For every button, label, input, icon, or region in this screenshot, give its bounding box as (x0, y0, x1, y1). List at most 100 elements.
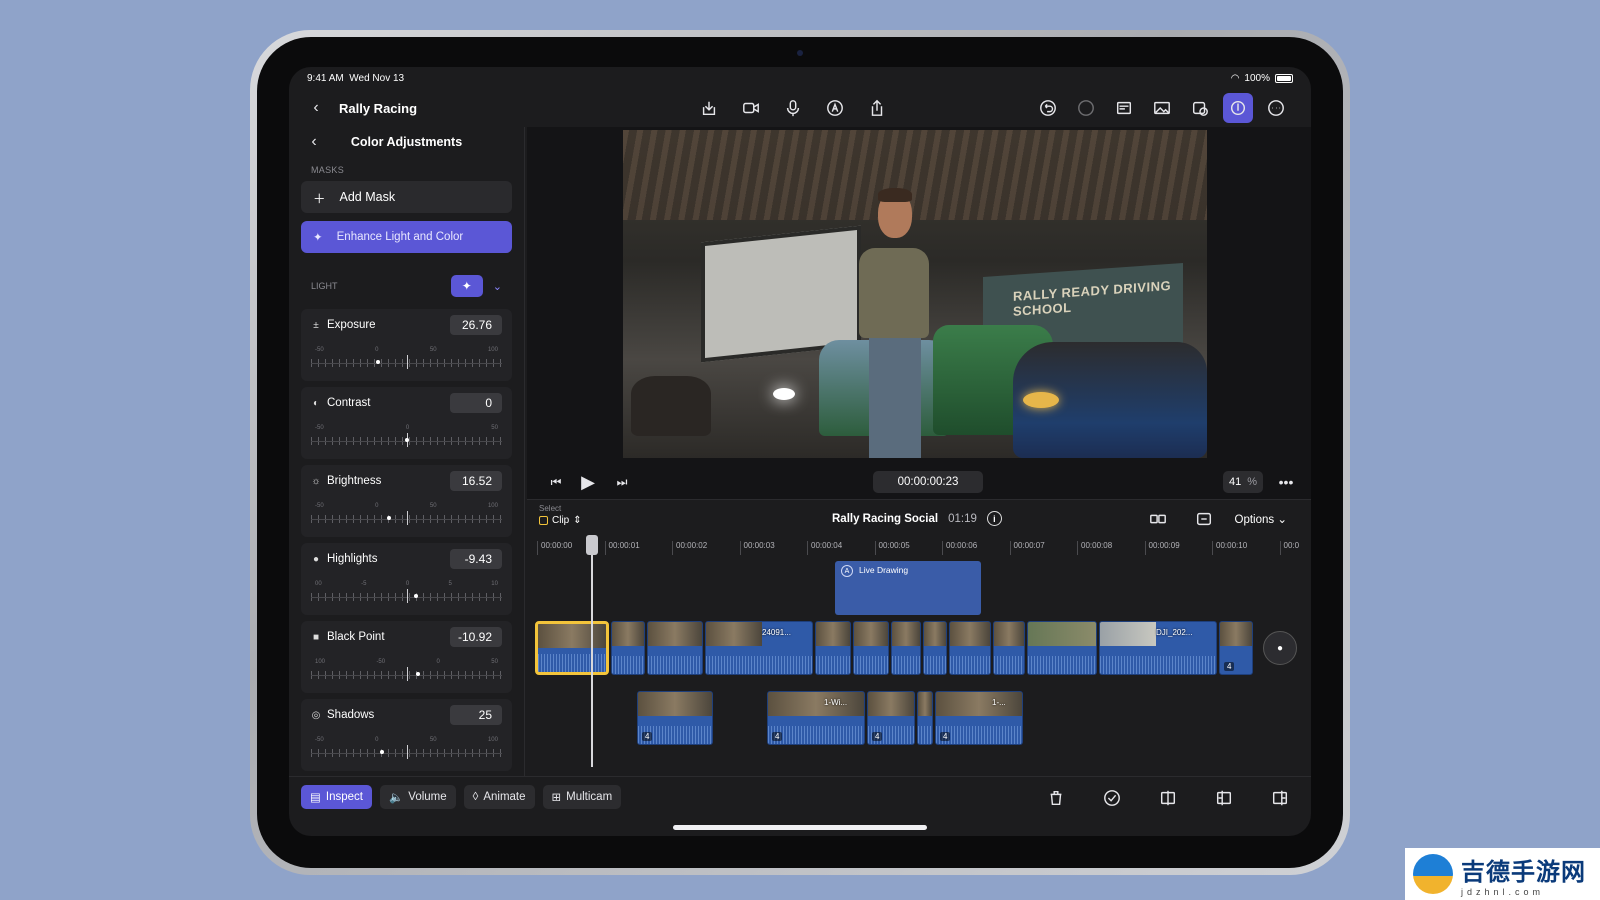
ruler-tick: 00:00:06 (942, 541, 977, 555)
trim-end-icon[interactable] (1265, 783, 1295, 813)
adjustment-value-field[interactable]: -9.43 (450, 549, 502, 569)
checkmark-icon[interactable] (1097, 783, 1127, 813)
slider-handle[interactable] (404, 438, 409, 442)
masks-label: MASKS (311, 165, 345, 175)
pencil-draw-icon[interactable] (820, 93, 850, 123)
microphone-icon[interactable] (778, 93, 808, 123)
timeline-clip[interactable] (853, 621, 889, 675)
scale-label: 0 (375, 347, 379, 353)
split-clip-icon[interactable] (1153, 783, 1183, 813)
auto-light-button[interactable]: ✦ (450, 275, 483, 297)
trim-start-icon[interactable] (1209, 783, 1239, 813)
timeline-clip[interactable]: 24091... (705, 621, 813, 675)
scale-label: -50 (315, 425, 324, 431)
redo-icon[interactable] (1071, 93, 1101, 123)
scale-label: -50 (315, 347, 324, 353)
select-mode[interactable]: Select Clip ⇕ (539, 504, 582, 526)
adjustment-icon: ☼ (311, 475, 321, 487)
clip-label: 24091... (762, 628, 791, 637)
status-date: Wed Nov 13 (349, 72, 405, 84)
undo-icon[interactable] (1033, 93, 1063, 123)
tab-volume[interactable]: 🔈 Volume (379, 785, 456, 809)
options-chevron-icon: ⌄ (1277, 513, 1287, 526)
app-screen: 9:41 AM Wed Nov 13 ◠ 100% ‹ Rally Racing (289, 67, 1311, 836)
more-icon[interactable] (1261, 93, 1291, 123)
adjustment-slider[interactable]: 100 -50 0 50 (311, 659, 502, 687)
adjustment-highlights: ● Highlights -9.43 00 -5 0 5 10 (301, 543, 512, 615)
share-icon[interactable] (862, 93, 892, 123)
adjustment-slider[interactable]: 00 -5 0 5 10 (311, 581, 502, 609)
add-mask-button[interactable]: ＋ Add Mask (301, 181, 512, 213)
connected-clip[interactable]: 1-... 4 (935, 691, 1023, 745)
adjustment-slider[interactable]: -50 0 50 100 (311, 347, 502, 375)
adjustment-value-field[interactable]: 25 (450, 705, 502, 725)
timeline-clip[interactable] (923, 621, 947, 675)
inspector-back-icon[interactable]: ‹ (299, 127, 329, 157)
scrub-knob[interactable]: ● (1263, 631, 1297, 665)
slider-handle[interactable] (379, 750, 384, 754)
adjustment-slider[interactable]: -50 0 50 (311, 425, 502, 453)
timeline-clip[interactable] (949, 621, 991, 675)
tab-volume-label: Volume (408, 791, 447, 803)
tab-animate[interactable]: ◊ Animate (463, 785, 535, 809)
info-icon[interactable]: i (986, 511, 1002, 526)
trash-icon[interactable] (1041, 783, 1071, 813)
adjustment-value-field[interactable]: 26.76 (450, 315, 502, 335)
titles-icon[interactable] (1109, 93, 1139, 123)
scale-label: 5 (448, 581, 452, 587)
connected-clip[interactable]: 4 (867, 691, 915, 745)
timeline-clip[interactable] (1027, 621, 1097, 675)
timeline-clip[interactable] (611, 621, 645, 675)
ipad-frame: 9:41 AM Wed Nov 13 ◠ 100% ‹ Rally Racing (250, 30, 1350, 875)
adjustment-value-field[interactable]: 0 (450, 393, 502, 413)
skip-back-icon[interactable]: ⏮ (541, 467, 571, 497)
photos-icon[interactable] (1147, 93, 1177, 123)
bottom-toolbar: ▤ Inspect 🔈 Volume ◊ Animate ⊞ Multicam (289, 776, 1311, 836)
effects-icon[interactable] (1185, 93, 1215, 123)
top-toolbar: ‹ Rally Racing (289, 89, 1311, 127)
slider-handle[interactable] (375, 360, 380, 364)
slider-handle[interactable] (415, 672, 420, 676)
connected-clip[interactable] (917, 691, 933, 745)
import-icon[interactable] (694, 93, 724, 123)
timeline-clip[interactable]: 4 (1219, 621, 1253, 675)
adjustment-name: Contrast (327, 397, 371, 409)
tab-inspect[interactable]: ▤ Inspect (301, 785, 372, 809)
play-icon[interactable]: ▶ (573, 467, 603, 497)
split-view-icon[interactable] (1143, 504, 1173, 534)
adjustment-value-field[interactable]: 16.52 (450, 471, 502, 491)
ruler-tick: 00:00:00 (537, 541, 572, 555)
adjustment-slider[interactable]: -50 0 50 100 (311, 503, 502, 531)
viewer-more-icon[interactable]: ••• (1271, 467, 1301, 497)
playhead[interactable] (586, 535, 598, 767)
clip-count-badge: 4 (642, 732, 653, 741)
adjustment-label: ◎ Shadows (311, 709, 375, 721)
timeline-clip[interactable] (891, 621, 921, 675)
right-tools (1033, 93, 1291, 123)
enhance-button[interactable]: ✦ Enhance Light and Color (301, 221, 512, 253)
selected-clip[interactable] (535, 621, 609, 675)
back-icon[interactable]: ‹ (301, 93, 331, 123)
timeline-clip[interactable] (815, 621, 851, 675)
adjustment-slider[interactable]: -50 0 50 100 (311, 737, 502, 765)
timecode-display[interactable]: 00:00:00:23 (873, 471, 983, 493)
tab-multicam[interactable]: ⊞ Multicam (542, 785, 622, 809)
timeline-clip[interactable] (993, 621, 1025, 675)
adjustment-value-field[interactable]: -10.92 (450, 627, 502, 647)
timeline-clip[interactable]: DJI_202... (1099, 621, 1217, 675)
connected-clip[interactable]: 1-Wi... 4 (767, 691, 865, 745)
video-frame[interactable]: RALLY READY DRIVING SCHOOL (623, 130, 1207, 458)
inspector-icon[interactable] (1223, 93, 1253, 123)
chevron-down-icon[interactable]: ⌄ (493, 280, 502, 293)
skip-forward-icon[interactable]: ⏭ (607, 467, 637, 497)
zoom-level[interactable]: 41% (1223, 471, 1263, 493)
animate-icon: ◊ (472, 791, 479, 803)
plus-icon: ＋ (313, 191, 326, 206)
timeline-ruler[interactable]: 00:00:00 00:00:01 00:00:02 00:00:03 00:00:04… (527, 537, 1311, 557)
connected-clip[interactable]: 4 (637, 691, 713, 745)
options-button[interactable]: Options ⌄ (1235, 512, 1287, 526)
snapping-icon[interactable] (1189, 504, 1219, 534)
live-drawing-clip[interactable]: A Live Drawing (835, 561, 981, 615)
timeline-clip[interactable] (647, 621, 703, 675)
camera-icon[interactable] (736, 93, 766, 123)
